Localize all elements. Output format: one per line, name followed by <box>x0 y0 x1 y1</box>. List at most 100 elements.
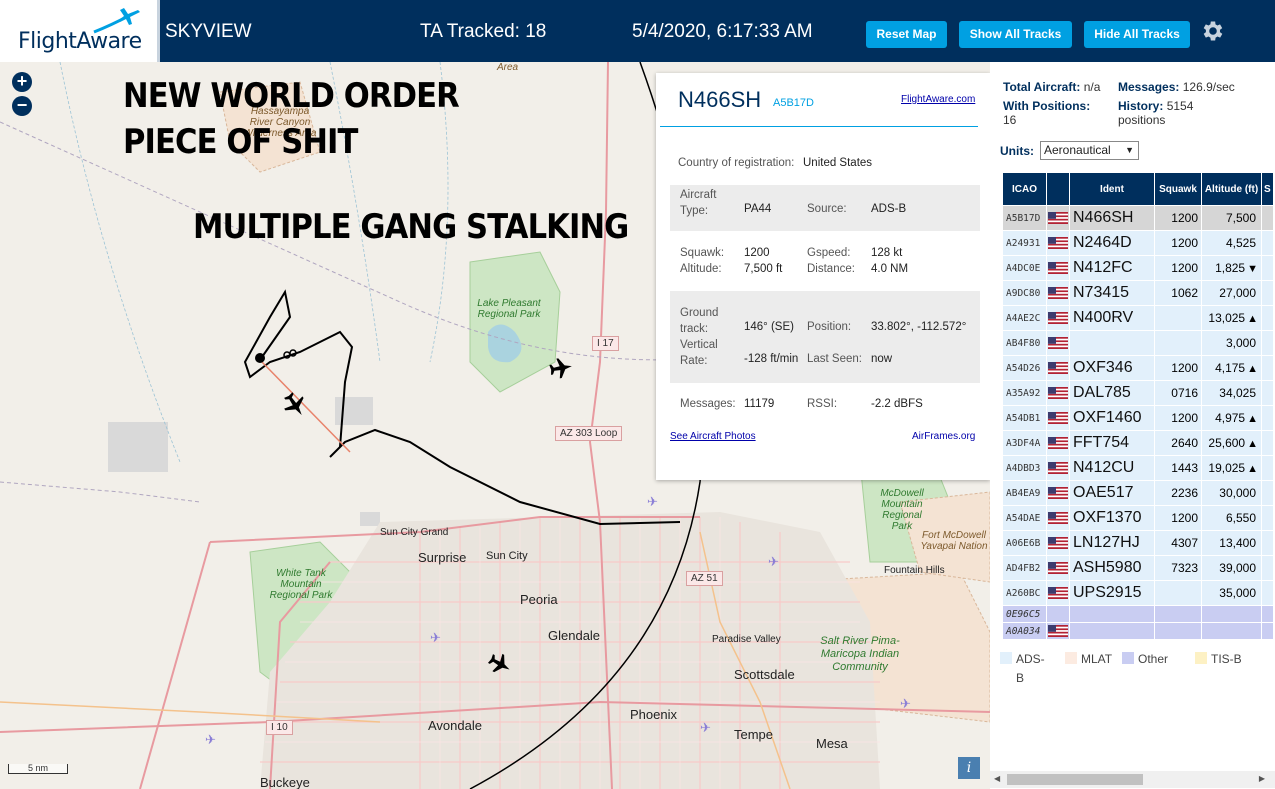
map-scale: 5 nm <box>8 764 68 774</box>
table-row[interactable]: A3DF4A FFT754 2640 25,600 ▲ <box>1002 430 1274 456</box>
map-label: Fort McDowell Yavapai Nation <box>920 530 988 552</box>
squawk-cell: 1200 <box>1154 405 1202 431</box>
position-value: 33.802°, -112.572° <box>871 321 967 333</box>
aircraft-icon-selected[interactable] <box>280 390 310 420</box>
map-label: Salt River Pima-Maricopa Indian Communit… <box>820 635 900 673</box>
aircraft-info-popup: N466SH A5B17D FlightAware.com Country of… <box>656 73 990 480</box>
altitude-value: 4,975 <box>1215 411 1246 425</box>
with-positions-value: 16 <box>1003 113 1017 127</box>
map-label: Buckeye <box>260 775 310 789</box>
aircraft-icon[interactable] <box>486 650 514 678</box>
column-header-squawk[interactable]: Squawk <box>1154 172 1202 206</box>
table-row[interactable]: A06E6B LN127HJ 4307 13,400 <box>1002 530 1274 556</box>
overlay-text: MULTIPLE GANG STALKING <box>193 207 629 247</box>
gear-icon[interactable] <box>1200 18 1226 44</box>
airframes-link[interactable]: AirFrames.org <box>912 431 975 442</box>
scrollbar-thumb[interactable] <box>1007 774 1143 785</box>
gspeed-label: Gspeed: <box>807 247 851 259</box>
reset-map-button[interactable]: Reset Map <box>866 21 947 48</box>
us-flag-icon <box>1046 480 1070 506</box>
airport-icon: ✈ <box>205 732 216 747</box>
us-flag-icon <box>1046 230 1070 256</box>
icao-cell: A06E6B <box>1002 530 1047 556</box>
aircraft-type-label: Aircraft Type: <box>680 189 717 217</box>
altitude-value: 4,175 <box>1215 361 1246 375</box>
us-flag-icon <box>1046 530 1070 556</box>
map-label: Phoenix <box>630 707 677 722</box>
scroll-right-icon[interactable]: ▶ <box>1259 774 1265 783</box>
flightaware-logo[interactable]: FlightAware <box>0 0 160 62</box>
table-row[interactable]: A9DC80 N73415 1062 27,000 <box>1002 280 1274 306</box>
squawk-cell: 1200 <box>1154 355 1202 381</box>
info-button[interactable]: i <box>958 757 980 779</box>
map-label: Tempe <box>734 727 774 742</box>
table-row[interactable]: A4AE2C N400RV 13,025 ▲ <box>1002 305 1274 331</box>
ident-cell <box>1069 330 1155 356</box>
table-row[interactable]: A0A034 <box>1002 622 1274 640</box>
speed-cell <box>1261 505 1274 531</box>
table-row[interactable]: A260BC UPS2915 35,000 <box>1002 580 1274 606</box>
aircraft-photos-link[interactable]: See Aircraft Photos <box>670 431 756 442</box>
overlay-text: NEW WORLD ORDER <box>123 76 460 116</box>
ident-cell <box>1069 605 1155 623</box>
horizontal-scrollbar[interactable]: ◀ ▶ <box>990 771 1275 788</box>
map-label: Avondale <box>428 718 482 733</box>
ident-cell: N412CU <box>1069 455 1155 481</box>
table-row[interactable]: AB4F80 3,000 <box>1002 330 1274 356</box>
column-header-flag[interactable] <box>1046 172 1070 206</box>
table-row[interactable]: A5B17D N466SH 1200 7,500 <box>1002 205 1274 231</box>
altitude-value: 7,500 ft <box>744 263 783 275</box>
flightaware-link[interactable]: FlightAware.com <box>901 94 975 105</box>
table-row[interactable]: AB4EA9 OAE517 2236 30,000 <box>1002 480 1274 506</box>
popup-hex[interactable]: A5B17D <box>773 97 814 109</box>
units-select[interactable]: Aeronautical ▼ <box>1040 141 1139 160</box>
table-row[interactable]: A24931 N2464D 1200 4,525 <box>1002 230 1274 256</box>
us-flag-icon <box>1046 305 1070 331</box>
table-row[interactable]: AD4FB2 ASH5980 7323 39,000 <box>1002 555 1274 581</box>
table-row[interactable]: A54DB1 OXF1460 1200 4,975 ▲ <box>1002 405 1274 431</box>
altitude-cell: 4,975 ▲ <box>1201 405 1262 431</box>
scroll-left-icon[interactable]: ◀ <box>994 774 1000 783</box>
ident-cell: ASH5980 <box>1069 555 1155 581</box>
us-flag-icon <box>1046 430 1070 456</box>
ident-cell: OXF1460 <box>1069 405 1155 431</box>
altitude-value: 27,000 <box>1219 286 1256 300</box>
table-row[interactable]: A4DBD3 N412CU 1443 19,025 ▲ <box>1002 455 1274 481</box>
altitude-cell: 25,600 ▲ <box>1201 430 1262 456</box>
gspeed-value: 128 kt <box>871 247 903 259</box>
squawk-cell: 1200 <box>1154 205 1202 231</box>
squawk-cell: 1200 <box>1154 230 1202 256</box>
speed-cell <box>1261 430 1274 456</box>
total-aircraft-value: n/a <box>1083 80 1101 94</box>
table-row[interactable]: A35A92 DAL785 0716 34,025 <box>1002 380 1274 406</box>
column-header-altitude[interactable]: Altitude (ft) <box>1201 172 1262 206</box>
column-header-speed[interactable]: S <box>1261 172 1274 206</box>
column-header-icao[interactable]: ICAO <box>1002 172 1047 206</box>
source-value: ADS-B <box>871 203 907 215</box>
aircraft-icon[interactable] <box>547 354 575 382</box>
zoom-in-button[interactable]: + <box>12 72 32 92</box>
legend-swatch <box>1065 652 1077 664</box>
legend-label: TIS-B <box>1211 652 1242 666</box>
altitude-value: 39,000 <box>1219 561 1256 575</box>
icao-cell: A3DF4A <box>1002 430 1047 456</box>
popup-ident: N466SH <box>678 87 762 112</box>
squawk-cell: 2640 <box>1154 430 1202 456</box>
column-header-ident[interactable]: Ident <box>1069 172 1155 206</box>
hide-all-tracks-button[interactable]: Hide All Tracks <box>1084 21 1190 48</box>
zoom-out-button[interactable]: − <box>12 96 32 116</box>
table-row[interactable]: 0E96C5 <box>1002 605 1274 623</box>
position-label: Position: <box>807 321 852 333</box>
table-row[interactable]: A54DAE OXF1370 1200 6,550 <box>1002 505 1274 531</box>
icao-cell: A24931 <box>1002 230 1047 256</box>
altitude-cell: 6,550 <box>1201 505 1262 531</box>
show-all-tracks-button[interactable]: Show All Tracks <box>959 21 1072 48</box>
map-label: Paradise Valley <box>712 634 781 645</box>
table-row[interactable]: A4DC0E N412FC 1200 1,825 ▼ <box>1002 255 1274 281</box>
history-label: History: <box>1118 99 1164 113</box>
table-row[interactable]: A54D26 OXF346 1200 4,175 ▲ <box>1002 355 1274 381</box>
icao-cell: AB4EA9 <box>1002 480 1047 506</box>
us-flag-icon <box>1046 255 1070 281</box>
highway-shield: I 17 <box>592 336 619 351</box>
map-label: Area <box>497 62 519 73</box>
